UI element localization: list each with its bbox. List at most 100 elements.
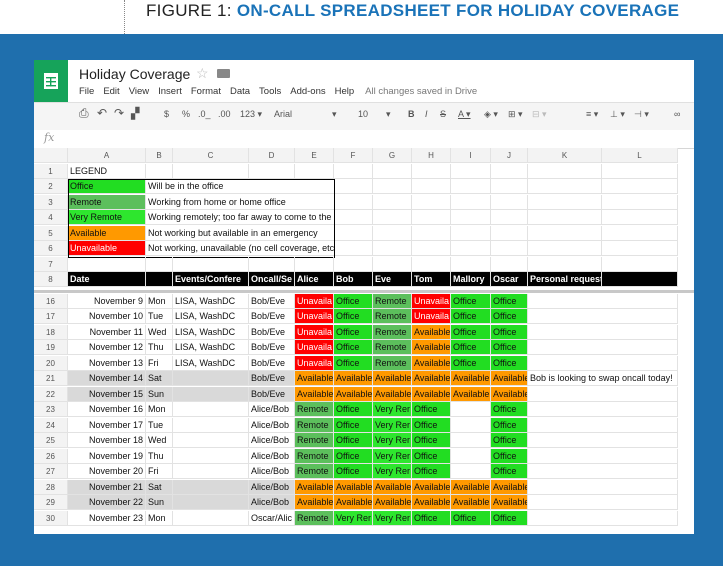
row-number[interactable]: 18 bbox=[34, 324, 68, 340]
document-title[interactable]: Holiday Coverage bbox=[79, 66, 190, 82]
status-cell[interactable]: Office bbox=[412, 402, 451, 417]
cell[interactable] bbox=[334, 256, 373, 272]
status-cell[interactable]: Office bbox=[412, 464, 451, 479]
freeze-divider[interactable] bbox=[34, 289, 694, 293]
column-header-e[interactable]: E bbox=[295, 148, 334, 163]
fill-color-icon[interactable]: ◈ ▾ bbox=[484, 109, 498, 120]
oncall-cell[interactable]: Bob/Eve bbox=[249, 355, 295, 371]
menu-insert[interactable]: Insert bbox=[158, 86, 182, 97]
status-cell[interactable]: Available bbox=[451, 495, 491, 510]
align-icon[interactable]: ≡ ▾ bbox=[586, 109, 598, 120]
increase-decimal-button[interactable]: .00 bbox=[218, 109, 231, 119]
menu-help[interactable]: Help bbox=[335, 86, 355, 97]
status-cell[interactable]: Available bbox=[373, 386, 412, 402]
day-cell[interactable]: Sat bbox=[146, 371, 173, 386]
day-cell[interactable]: Sun bbox=[146, 495, 173, 510]
status-cell[interactable]: Available bbox=[412, 355, 451, 371]
header-cell[interactable]: Alice bbox=[295, 272, 334, 287]
cell[interactable] bbox=[528, 256, 602, 272]
day-cell[interactable]: Mon bbox=[146, 510, 173, 526]
status-cell[interactable]: Remote bbox=[373, 340, 412, 355]
oncall-cell[interactable]: Alice/Bob bbox=[249, 479, 295, 495]
cell[interactable] bbox=[491, 210, 528, 225]
cell[interactable] bbox=[334, 179, 373, 194]
notes-cell[interactable] bbox=[528, 464, 678, 479]
events-cell[interactable]: LISA, WashDC bbox=[173, 355, 249, 371]
oncall-cell[interactable]: Oscar/Alic bbox=[249, 510, 295, 526]
legend-label[interactable]: Available bbox=[68, 225, 146, 241]
status-cell[interactable]: Office bbox=[491, 355, 528, 371]
date-cell[interactable]: November 11 bbox=[68, 324, 146, 340]
menu-add-ons[interactable]: Add-ons bbox=[290, 86, 325, 97]
events-cell[interactable]: LISA, WashDC bbox=[173, 324, 249, 340]
date-cell[interactable]: November 9 bbox=[68, 293, 146, 309]
row-number[interactable]: 26 bbox=[34, 448, 68, 464]
status-cell[interactable]: Office bbox=[491, 324, 528, 340]
cell[interactable] bbox=[451, 163, 491, 179]
cell[interactable] bbox=[334, 225, 373, 241]
row-number[interactable]: 4 bbox=[34, 210, 68, 225]
date-cell[interactable]: November 22 bbox=[68, 495, 146, 510]
status-cell[interactable]: Very Rer bbox=[373, 510, 412, 526]
cell[interactable] bbox=[373, 256, 412, 272]
legend-description[interactable]: Will be in the office bbox=[146, 179, 334, 194]
sheets-logo-icon[interactable] bbox=[34, 60, 68, 102]
corner-cell[interactable] bbox=[34, 148, 68, 163]
header-cell[interactable]: Eve bbox=[373, 272, 412, 287]
legend-label[interactable]: Office bbox=[68, 179, 146, 194]
status-cell[interactable]: Office bbox=[334, 293, 373, 309]
cell[interactable] bbox=[412, 256, 451, 272]
status-cell[interactable]: Available bbox=[412, 479, 451, 495]
menu-tools[interactable]: Tools bbox=[259, 86, 281, 97]
notes-cell[interactable] bbox=[528, 293, 678, 309]
menu-data[interactable]: Data bbox=[230, 86, 250, 97]
status-cell[interactable]: Available bbox=[412, 371, 451, 386]
events-cell[interactable] bbox=[173, 510, 249, 526]
oncall-cell[interactable]: Bob/Eve bbox=[249, 324, 295, 340]
print-icon[interactable]: ⎙ bbox=[79, 106, 89, 121]
status-cell[interactable]: Available bbox=[451, 479, 491, 495]
notes-cell[interactable] bbox=[528, 355, 678, 371]
oncall-cell[interactable]: Alice/Bob bbox=[249, 495, 295, 510]
cell[interactable] bbox=[528, 210, 602, 225]
row-number[interactable]: 23 bbox=[34, 402, 68, 417]
row-number[interactable]: 1 bbox=[34, 163, 68, 179]
menu-format[interactable]: Format bbox=[191, 86, 221, 97]
notes-cell[interactable] bbox=[528, 340, 678, 355]
oncall-cell[interactable]: Alice/Bob bbox=[249, 433, 295, 448]
cell[interactable] bbox=[602, 256, 678, 272]
status-cell[interactable]: Office bbox=[451, 340, 491, 355]
status-cell[interactable]: Office bbox=[451, 324, 491, 340]
cell[interactable] bbox=[68, 256, 146, 272]
status-cell[interactable]: Unavaila bbox=[295, 309, 334, 324]
status-cell[interactable]: Office bbox=[491, 309, 528, 324]
cell[interactable] bbox=[295, 256, 334, 272]
date-cell[interactable]: November 14 bbox=[68, 371, 146, 386]
row-number[interactable]: 27 bbox=[34, 464, 68, 479]
strikethrough-button[interactable]: S bbox=[440, 109, 446, 119]
folder-icon[interactable] bbox=[217, 69, 230, 78]
cell[interactable] bbox=[334, 210, 373, 225]
cell[interactable] bbox=[528, 194, 602, 210]
row-number[interactable]: 21 bbox=[34, 371, 68, 386]
cell[interactable] bbox=[146, 256, 173, 272]
events-cell[interactable] bbox=[173, 448, 249, 464]
notes-cell[interactable] bbox=[528, 402, 678, 417]
column-header-b[interactable]: B bbox=[146, 148, 173, 163]
status-cell[interactable] bbox=[451, 448, 491, 464]
status-cell[interactable]: Office bbox=[491, 402, 528, 417]
currency-button[interactable]: $ bbox=[164, 109, 169, 119]
status-cell[interactable]: Office bbox=[334, 448, 373, 464]
events-cell[interactable] bbox=[173, 495, 249, 510]
cell[interactable] bbox=[373, 194, 412, 210]
header-cell[interactable]: Events/Confere bbox=[173, 272, 249, 287]
valign-icon[interactable]: ⊥ ▾ bbox=[610, 109, 625, 120]
day-cell[interactable]: Mon bbox=[146, 402, 173, 417]
header-cell[interactable]: Oncall/Se bbox=[249, 272, 295, 287]
oncall-cell[interactable]: Bob/Eve bbox=[249, 309, 295, 324]
status-cell[interactable]: Office bbox=[412, 433, 451, 448]
status-cell[interactable]: Office bbox=[334, 417, 373, 433]
save-status[interactable]: All changes saved in Drive bbox=[365, 86, 477, 97]
status-cell[interactable]: Remote bbox=[373, 309, 412, 324]
wrap-icon[interactable]: ⊣ ▾ bbox=[634, 109, 649, 120]
